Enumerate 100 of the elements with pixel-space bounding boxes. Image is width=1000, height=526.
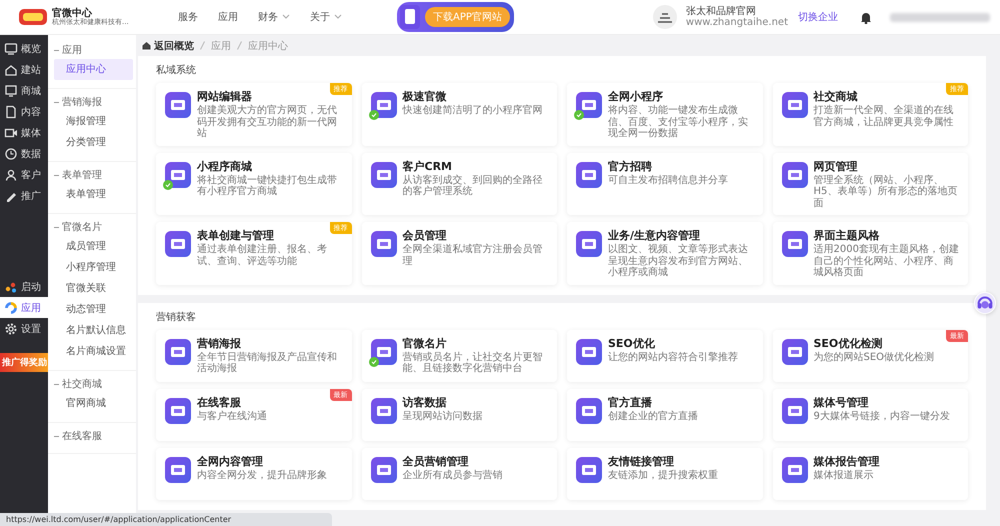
app-icon [782,92,808,118]
card-title: 官方招聘 [608,158,653,174]
clock-icon [4,146,18,160]
card-description: 呈现网站访问数据 [402,410,482,422]
sidebar-item[interactable]: 数据 [0,143,48,164]
section-title: 私域系统 [156,64,197,77]
minus-icon [54,434,59,438]
subnav-item[interactable]: 官网商城 [54,393,133,414]
app-card[interactable]: 营销海报 全年节日营销海报及产品宣传和活动海报 [156,330,352,382]
app-card[interactable]: 官方招聘 可自主发布招聘信息并分享 [567,152,762,215]
card-title: 媒体报告管理 [814,454,880,468]
minus-icon [54,48,59,52]
switch-company-link[interactable]: 切换企业 [798,10,838,24]
group-title[interactable]: 在线客服 [62,429,102,443]
slash-icon [200,41,205,50]
app-card[interactable]: 全员营销管理 企业所有成员参与营销 [362,448,557,500]
card-title: 官方直播 [608,394,653,410]
sidebar-item[interactable]: 设置 [0,318,48,339]
nav-link[interactable]: 服务 [178,10,198,24]
card-title: 营销海报 [197,336,242,350]
logo-icon[interactable] [18,6,48,28]
app-icon [782,398,808,424]
section-title: 营销获客 [156,310,197,324]
app-card[interactable]: 媒体号管理 9大媒体号链接，内容一键分发 [772,388,968,440]
subnav-item[interactable]: 分类管理 [54,132,133,153]
sidebar-item[interactable]: 应用 [0,297,48,318]
app-card[interactable]: 全网小程序 将内容、功能一键发布生成微信、百度、支付宝等小程序，实现全网一份数据 [567,83,762,146]
app-card[interactable]: 网页管理 管理全系统（网站、小程序、H5、表单等）所有形态的落地页面 [772,152,968,215]
app-card[interactable]: 业务/生意内容管理 以图文、视频、文章等形式表达呈现生意内容发布到官方网站、小程序或商城 [567,222,762,284]
app-icon [165,456,191,482]
subnav-item[interactable]: 海报管理 [54,111,133,132]
card-title: SEO优化 [608,336,656,350]
gear-icon [4,322,18,336]
app-icon [782,456,808,482]
card-description: 通过表单创建注册、报名、考试、查询、评选等功能 [197,244,328,267]
card-description: 可自主发布招聘信息并分享 [608,174,728,186]
app-card[interactable]: 官方直播 创建企业的官方直播 [567,388,762,440]
card-description: 适用2000套现有主题风格，创建自己的个性化网站、小程序、商城风格页面 [814,244,960,278]
card-description: 友链添加，提升搜索权重 [608,470,718,481]
subnav-item[interactable]: 名片商城设置 [54,341,133,362]
app-card[interactable]: 小程序商城 将社交商城一键快捷打包生成带有小程序官方商城 [156,152,352,215]
sidebar-item[interactable]: 内容 [0,101,48,122]
group-title[interactable]: 营销海报 [62,95,102,109]
sidebar-item[interactable]: 推广 [0,185,48,206]
sidebar-item[interactable]: 建站 [0,59,48,80]
card-title: 界面主题风格 [814,228,880,243]
card-description: 快速创建简洁明了的小程序官网 [402,105,542,116]
subnav-item[interactable]: 名片默认信息 [54,320,133,341]
app-icon [165,398,191,424]
monitor-icon [4,84,18,98]
app-icon [576,456,602,482]
home-icon [4,62,18,76]
headset-icon[interactable] [974,292,996,314]
org-name: 官微中心 [52,8,92,19]
app-card[interactable]: 全网内容管理 内容全网分发，提升品牌形象 [156,448,352,500]
card-description: 与客户在线沟通 [197,410,267,422]
card-description: 以图文、视频、文章等形式表达呈现生意内容发布到官方网站、小程序或商城 [608,244,749,278]
group-title[interactable]: 官微名片 [62,220,102,234]
app-card[interactable]: 会员管理 全网全渠道私域官方注册会员管理 [362,222,557,284]
app-card[interactable]: 媒体报告管理 媒体报道展示 [772,448,968,500]
group-title[interactable]: 应用 [62,43,82,57]
subnav-item[interactable]: 官微关联 [54,278,133,299]
sidebar-item[interactable]: 商城 [0,80,48,101]
sidebar-item[interactable]: 客户 [0,164,48,185]
card-description: 从访客到成交、到回购的全路径的客户管理系统 [402,174,544,198]
subnav-item[interactable]: 应用中心 [54,59,133,80]
sidebar-item[interactable]: 媒体 [0,122,48,143]
card-description: 全网全渠道私域官方注册会员管理 [402,244,544,267]
app-icon [576,162,602,188]
bell-icon[interactable] [860,10,872,24]
app-card[interactable]: 客户CRM 从访客到成交、到回购的全路径的客户管理系统 [362,152,557,215]
sidebar-item[interactable]: 概览 [0,38,48,59]
card-description: 内容全网分发，提升品牌形象 [197,470,327,481]
card-title: 表单创建与管理 [197,228,275,243]
home-icon [142,41,151,50]
breadcrumb-link[interactable]: 返回概览 [142,38,194,52]
card-description: 9大媒体号链接，内容一键分发 [814,410,950,422]
card-description: 创建美观大方的官方网页，无代码开发拥有交互功能的新一代网站 [197,105,338,140]
minus-icon [54,172,59,178]
app-card[interactable]: 访客数据 呈现网站访问数据 [362,388,557,440]
subnav-item[interactable]: 动态管理 [54,299,133,320]
sidebar-item[interactable]: 启动 [0,276,48,297]
app-card[interactable]: 界面主题风格 适用2000套现有主题风格，创建自己的个性化网站、小程序、商城风格页面 [772,222,968,284]
app-card[interactable]: 友情链接管理 友链添加，提升搜索权重 [567,448,762,500]
brand-name: 张太和品牌官网 [686,6,757,17]
card-description: 企业所有成员参与营销 [402,470,502,481]
nav-link[interactable]: 财务 [258,10,290,24]
subnav-item[interactable]: 小程序管理 [54,257,133,278]
subnav-item[interactable]: 成员管理 [54,236,133,257]
card-title: 全网内容管理 [197,454,264,468]
app-card[interactable]: 极速官微 快速创建简洁明了的小程序官网 [362,83,557,146]
card-description: 将内容、功能一键发布生成微信、百度、支付宝等小程序，实现全网一份数据 [608,105,749,140]
slash-icon [237,41,242,50]
group-title[interactable]: 表单管理 [62,168,102,182]
group-title[interactable]: 社交商城 [62,377,102,391]
app-card[interactable]: 官微名片 营销或员名片，让社交名片更智能、且链接数字化营销中台 [362,330,557,382]
app-card[interactable]: SEO优化 让您的网站内容符合引擎推荐 [567,330,762,382]
nav-link[interactable]: 应用 [218,10,238,24]
subnav-item[interactable]: 表单管理 [54,184,133,205]
nav-link[interactable]: 关于 [310,10,342,24]
